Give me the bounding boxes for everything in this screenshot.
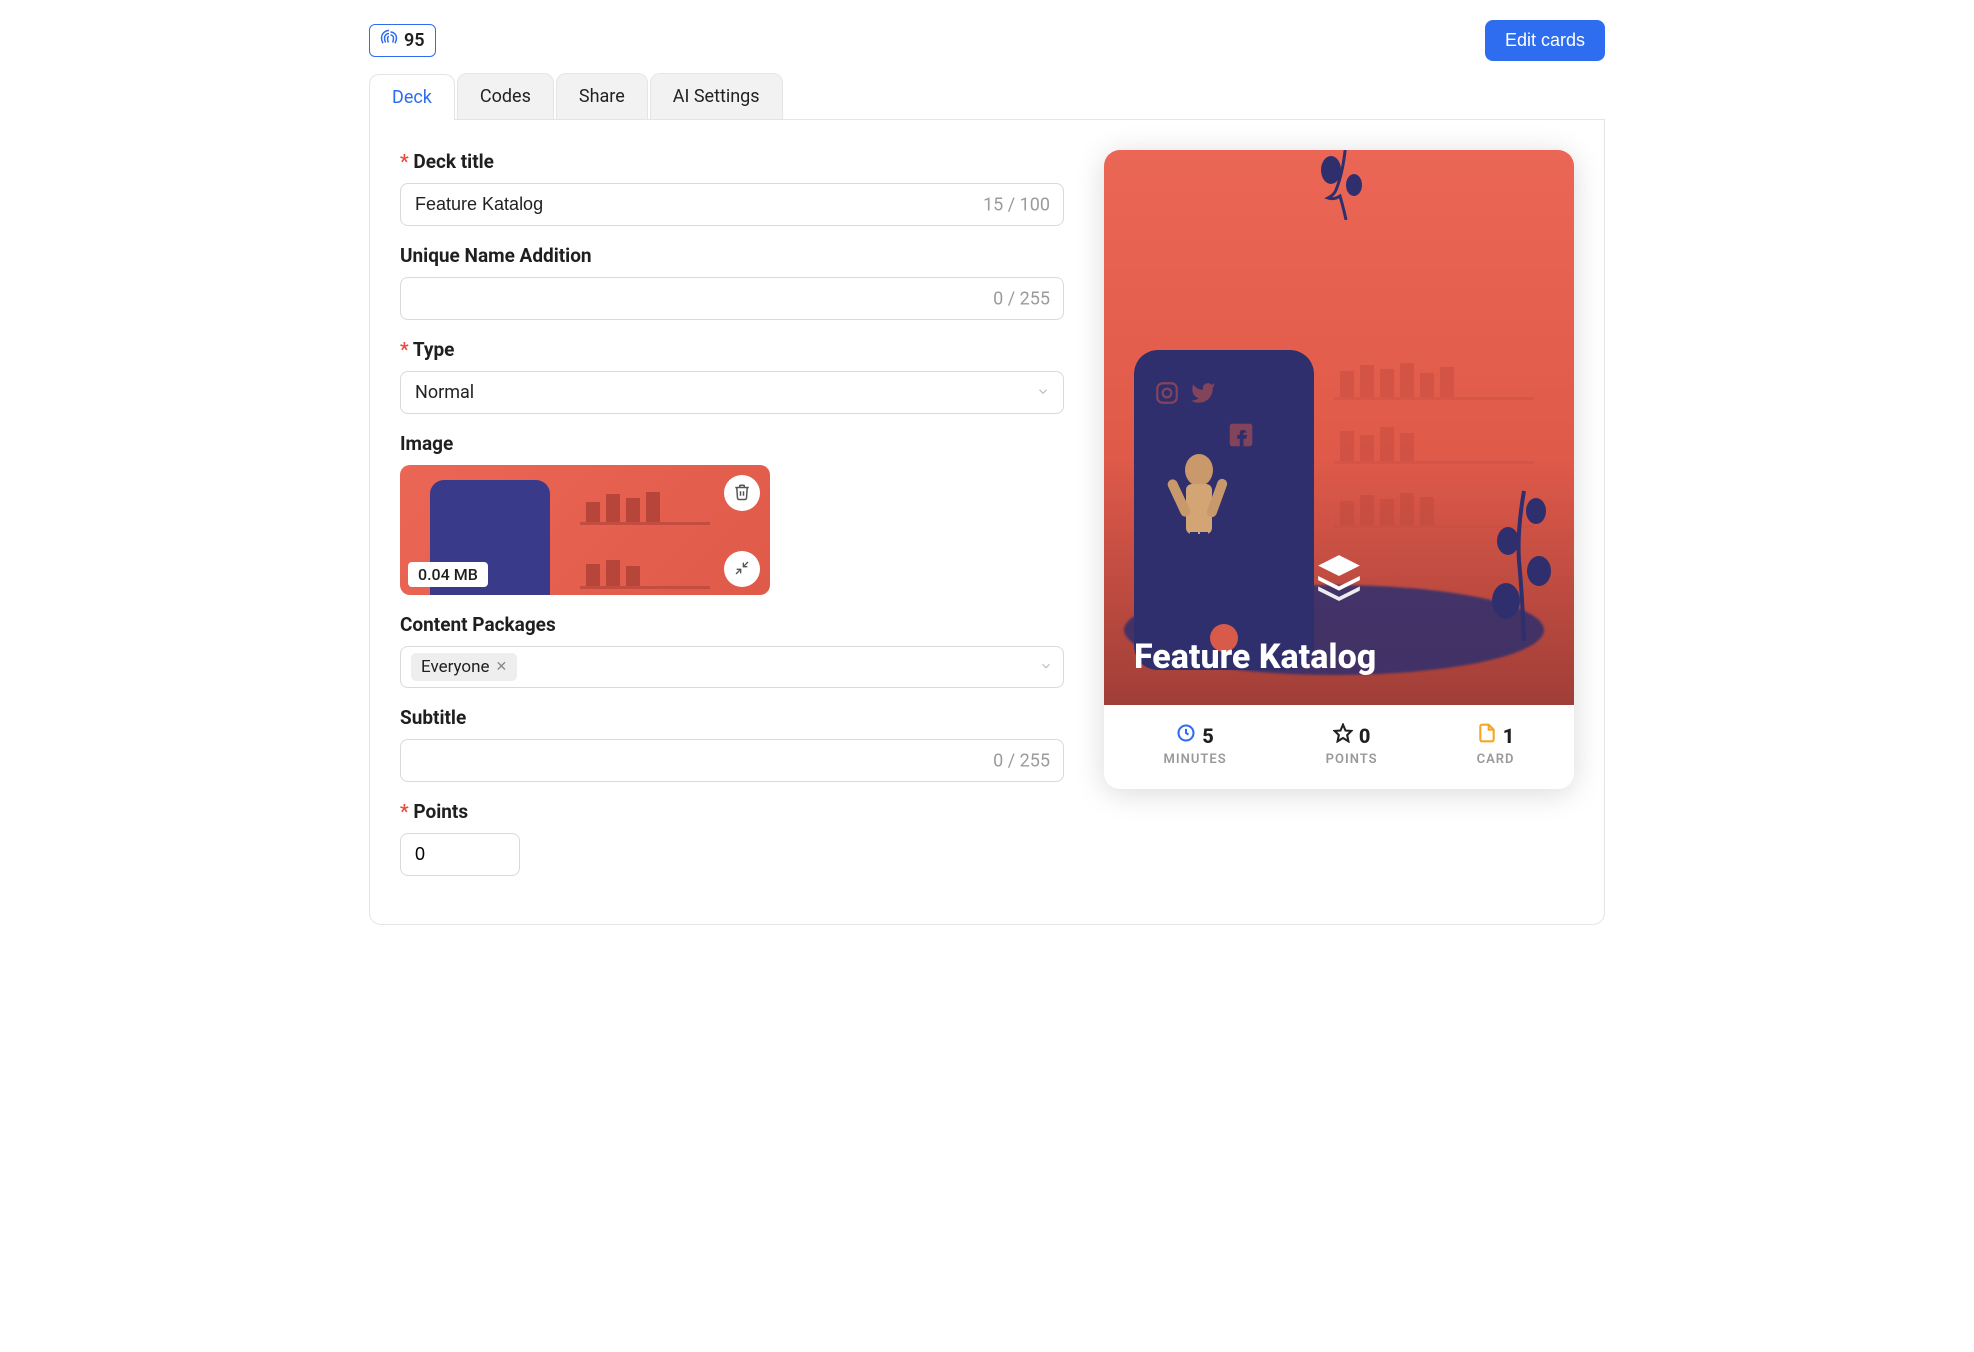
type-label: Type xyxy=(400,338,1064,361)
unique-name-count: 0 / 255 xyxy=(993,288,1050,309)
trash-icon xyxy=(733,483,751,504)
unique-name-input[interactable] xyxy=(400,277,1064,320)
subtitle-count: 0 / 255 xyxy=(993,750,1050,771)
type-select[interactable]: Normal xyxy=(400,371,1064,414)
fingerprint-badge[interactable]: 95 xyxy=(369,24,436,57)
stat-minutes: 5 MINUTES xyxy=(1164,723,1227,767)
content-packages-select[interactable]: Everyone ✕ xyxy=(400,646,1064,688)
tab-ai-settings[interactable]: AI Settings xyxy=(650,73,783,119)
chevron-down-icon xyxy=(1039,658,1053,677)
deck-title-label: Deck title xyxy=(400,150,1064,173)
illustration-shelf xyxy=(580,485,710,575)
leaf-decoration xyxy=(1316,150,1376,224)
edit-cards-button[interactable]: Edit cards xyxy=(1485,20,1605,61)
subtitle-label: Subtitle xyxy=(400,706,1064,729)
tab-share[interactable]: Share xyxy=(556,73,648,119)
image-label: Image xyxy=(400,432,1064,455)
points-label: Points xyxy=(400,800,1064,823)
card-icon xyxy=(1477,723,1497,748)
fingerprint-count: 95 xyxy=(404,30,425,51)
deck-title-input[interactable] xyxy=(400,183,1064,226)
preview-image: Feature Katalog xyxy=(1104,150,1574,705)
fingerprint-icon xyxy=(380,29,398,52)
stat-points-label: POINTS xyxy=(1326,752,1378,767)
minimize-icon xyxy=(734,560,750,579)
subtitle-input[interactable] xyxy=(400,739,1064,782)
content-packages-label: Content Packages xyxy=(400,613,1064,636)
tab-deck[interactable]: Deck xyxy=(369,74,455,120)
image-file-size: 0.04 MB xyxy=(408,562,488,587)
leaf-decoration xyxy=(1484,461,1564,645)
image-thumbnail: 0.04 MB xyxy=(400,465,770,595)
tab-codes[interactable]: Codes xyxy=(457,73,554,119)
unique-name-label: Unique Name Addition xyxy=(400,244,1064,267)
stat-minutes-label: MINUTES xyxy=(1164,752,1227,767)
tag-remove-icon[interactable]: ✕ xyxy=(496,659,508,675)
stat-card-value: 1 xyxy=(1503,724,1515,748)
star-icon xyxy=(1333,723,1353,748)
illustration-person xyxy=(1164,450,1234,610)
clock-icon xyxy=(1176,723,1196,748)
stat-points-value: 0 xyxy=(1359,724,1371,748)
delete-image-button[interactable] xyxy=(724,475,760,511)
tabs: Deck Codes Share AI Settings xyxy=(369,73,1605,120)
stat-card: 1 CARD xyxy=(1477,723,1515,767)
stat-points: 0 POINTS xyxy=(1326,723,1378,767)
preview-title: Feature Katalog xyxy=(1134,637,1376,677)
stat-card-label: CARD xyxy=(1477,752,1515,767)
stat-minutes-value: 5 xyxy=(1202,724,1214,748)
points-input[interactable] xyxy=(400,833,520,876)
tag-label: Everyone xyxy=(421,657,490,677)
content-package-tag: Everyone ✕ xyxy=(411,653,517,681)
deck-preview-card: Feature Katalog 5 MINUTES 0 xyxy=(1104,150,1574,789)
deck-title-count: 15 / 100 xyxy=(983,194,1050,215)
stack-icon xyxy=(1314,551,1364,605)
preview-stats: 5 MINUTES 0 POINTS 1 xyxy=(1104,705,1574,789)
expand-image-button[interactable] xyxy=(724,551,760,587)
